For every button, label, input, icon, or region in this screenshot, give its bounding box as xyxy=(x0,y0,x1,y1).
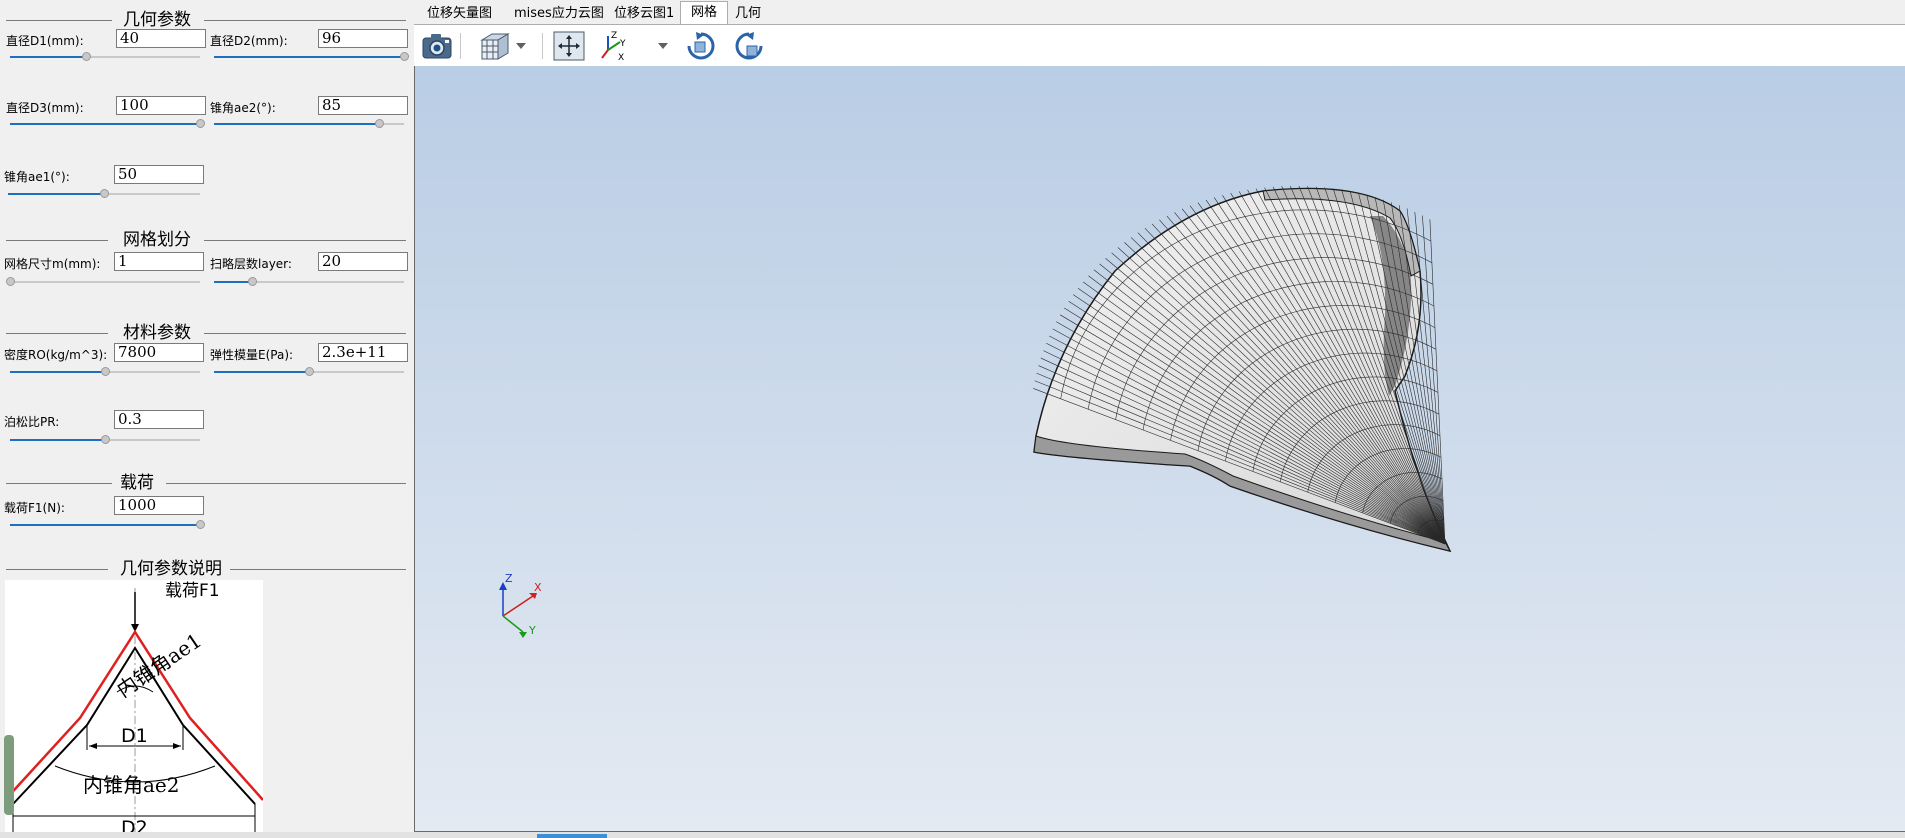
section-material-header: 材料参数 xyxy=(6,321,408,345)
cone-diagram-svg: 载荷F1 内锥角ae1 D1 内锥角ae2 D2 xyxy=(4,581,264,838)
d2-slider[interactable] xyxy=(214,51,409,63)
view-cube-icon[interactable] xyxy=(478,30,512,62)
d3-input[interactable]: 100 xyxy=(116,96,206,115)
tab-geometry[interactable]: 几何 xyxy=(725,3,771,24)
toolbar-separator xyxy=(542,33,543,59)
parameter-panel: 几何参数 直径D1(mm): 40 直径D2(mm): 96 直径D3(mm):… xyxy=(0,0,412,838)
tab-mises-stress[interactable]: mises应力云图 xyxy=(504,3,614,24)
modulus-slider[interactable] xyxy=(214,366,404,378)
d3-label: 直径D3(mm): xyxy=(6,101,84,115)
svg-text:X: X xyxy=(618,53,624,62)
section-material-title: 材料参数 xyxy=(115,323,199,343)
diagram-d1-label: D1 xyxy=(121,725,148,747)
ae1-slider[interactable] xyxy=(8,188,200,200)
mesh-size-slider[interactable] xyxy=(6,276,200,288)
tab-displacement-contour[interactable]: 位移云图1 xyxy=(604,3,684,24)
d2-input[interactable]: 96 xyxy=(318,29,408,48)
geometry-diagram: 载荷F1 内锥角ae1 D1 内锥角ae2 D2 xyxy=(4,580,264,838)
diagram-ae1-label: 内锥角ae1 xyxy=(112,628,205,702)
toolbar-separator xyxy=(460,33,461,59)
load-f1-slider[interactable] xyxy=(10,519,205,531)
mesh-size-input[interactable]: 1 xyxy=(114,252,204,271)
orientation-triad: Z X Y xyxy=(499,572,542,638)
axes-icon[interactable]: Z Y X xyxy=(596,30,630,63)
triad-y-label: Y xyxy=(528,624,536,637)
layers-slider[interactable] xyxy=(214,276,404,288)
load-f1-input[interactable]: 1000 xyxy=(114,496,204,515)
ae2-slider[interactable] xyxy=(214,118,404,130)
rotate-ccw-icon[interactable] xyxy=(732,30,766,62)
modulus-label: 弹性模量E(Pa): xyxy=(210,348,294,362)
mesh-3d-viewport[interactable]: Z X Y xyxy=(414,66,1905,832)
section-diagram-title: 几何参数说明 xyxy=(112,559,230,579)
rotate-cw-icon[interactable] xyxy=(684,30,718,62)
d2-label: 直径D2(mm): xyxy=(210,34,288,48)
diagram-load-label: 载荷F1 xyxy=(165,581,220,601)
ae2-input[interactable]: 85 xyxy=(318,96,408,115)
section-diagram-header: 几何参数说明 xyxy=(6,557,408,581)
poisson-slider[interactable] xyxy=(10,434,200,446)
mesh-size-label: 网格尺寸m(mm): xyxy=(4,257,101,271)
status-strip xyxy=(0,832,1905,838)
ae1-label: 锥角ae1(°): xyxy=(4,170,70,184)
tab-mesh[interactable]: 网格 xyxy=(680,1,729,24)
poisson-label: 泊松比PR: xyxy=(4,415,60,429)
tab-displacement-vector[interactable]: 位移矢量图 xyxy=(417,3,502,24)
mesh-render: Z X Y xyxy=(499,185,1452,638)
density-input[interactable]: 7800 xyxy=(114,343,204,362)
d3-slider[interactable] xyxy=(10,118,205,130)
layers-label: 扫略层数layer: xyxy=(210,257,292,271)
viewer-toolbar: Z Y X xyxy=(414,24,1905,66)
ae2-label: 锥角ae2(°): xyxy=(210,101,276,115)
layers-input[interactable]: 20 xyxy=(318,252,408,271)
panel-scroll-handle[interactable] xyxy=(4,735,14,815)
section-load-header: 载荷 xyxy=(6,471,408,495)
d1-input[interactable]: 40 xyxy=(116,29,206,48)
density-label: 密度RO(kg/m^3): xyxy=(4,348,108,362)
fit-view-icon[interactable] xyxy=(552,30,586,62)
triad-x-label: X xyxy=(534,581,542,594)
view-tab-bar: 位移矢量图 mises应力云图 位移云图1 网格 几何 xyxy=(412,0,1905,24)
poisson-input[interactable]: 0.3 xyxy=(114,410,204,429)
dropdown-arrow-icon[interactable] xyxy=(514,30,528,62)
triad-z-label: Z xyxy=(505,572,513,585)
density-slider[interactable] xyxy=(10,366,200,378)
dropdown-arrow-icon[interactable] xyxy=(656,30,670,62)
camera-icon[interactable] xyxy=(420,30,454,62)
section-mesh-header: 网格划分 xyxy=(6,228,408,252)
modulus-input[interactable]: 2.3e+11 xyxy=(318,343,408,362)
svg-text:Z: Z xyxy=(611,31,617,41)
ae1-input[interactable]: 50 xyxy=(114,165,204,184)
d1-label: 直径D1(mm): xyxy=(6,34,84,48)
status-progress xyxy=(537,834,607,838)
load-f1-label: 载荷F1(N): xyxy=(4,501,65,515)
diagram-ae2-label: 内锥角ae2 xyxy=(83,773,179,797)
d1-slider[interactable] xyxy=(10,51,200,63)
section-mesh-title: 网格划分 xyxy=(115,230,199,250)
section-geometry-title: 几何参数 xyxy=(115,10,199,30)
svg-text:Y: Y xyxy=(619,39,626,49)
section-load-title: 载荷 xyxy=(112,473,162,493)
